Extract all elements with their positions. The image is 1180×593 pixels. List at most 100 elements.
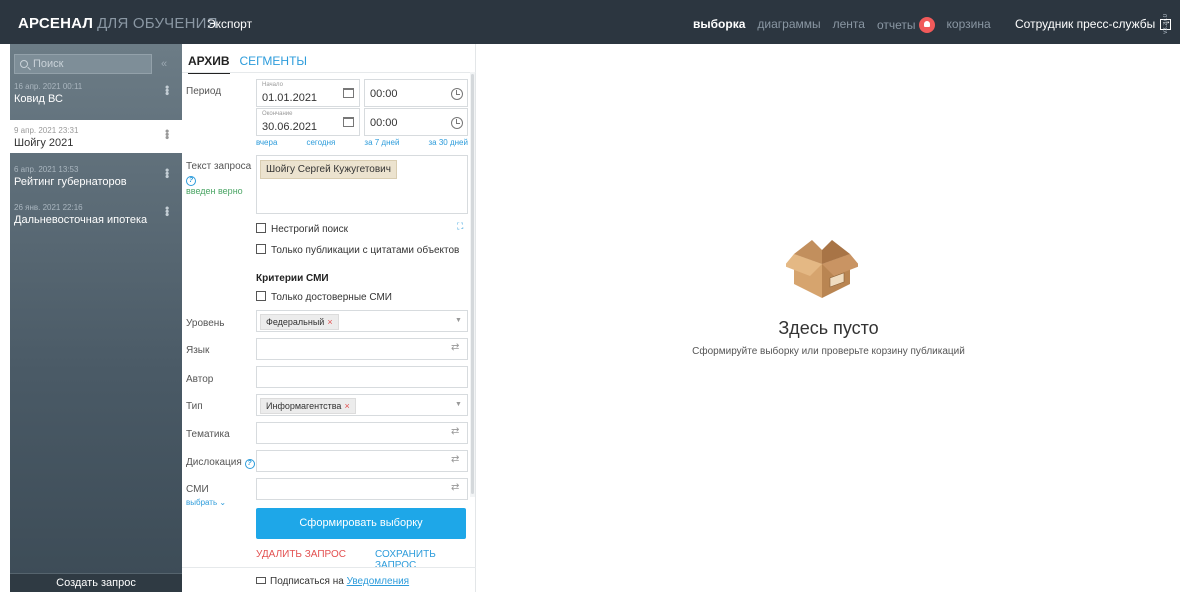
level-tag[interactable]: Федеральный × xyxy=(260,314,339,330)
help-icon[interactable]: ? xyxy=(186,176,196,186)
top-bar: АРСЕНАЛ ДЛЯ ОБУЧЕНИЯ Экспорт выборка диаг… xyxy=(0,0,1180,44)
list-item[interactable]: 26 янв. 2021 22:16 Дальневосточная ипоте… xyxy=(10,197,182,230)
results-area: Здесь пусто Сформируйте выборку или пров… xyxy=(477,44,1180,592)
sidebar: Поиск « 16 апр. 2021 00:11 Ковид ВС ••• … xyxy=(10,44,182,592)
main-nav: выборка диаграммы лента отчеты корзина xyxy=(693,17,991,33)
shortcut-today[interactable]: сегодня xyxy=(306,138,335,147)
notifications-link[interactable]: Уведомления xyxy=(347,576,410,587)
checkbox-box[interactable] xyxy=(256,291,266,301)
shortcut-30-days[interactable]: за 30 дней xyxy=(429,138,468,147)
media-criteria-heading: Критерии СМИ xyxy=(256,273,329,284)
collapse-sidebar-icon[interactable]: « xyxy=(161,58,167,70)
tab-archive[interactable]: АРХИВ xyxy=(188,54,230,74)
start-date-field[interactable]: Начало 01.01.2021 xyxy=(256,79,360,107)
start-time-field[interactable]: 00:00 xyxy=(364,79,468,107)
language-select[interactable]: ⇄ xyxy=(256,338,468,360)
trusted-media-checkbox[interactable]: Только достоверные СМИ xyxy=(256,291,392,303)
media-select[interactable]: ⇄ xyxy=(256,478,468,500)
fuzzy-search-checkbox[interactable]: Нестрогий поиск xyxy=(256,223,348,235)
topic-select[interactable]: ⇄ xyxy=(256,422,468,444)
nav-sample[interactable]: выборка xyxy=(693,17,745,33)
type-tag-label: Информагентства xyxy=(266,401,342,411)
item-date: 16 апр. 2021 00:11 xyxy=(14,82,83,91)
checkbox-box[interactable] xyxy=(256,223,266,233)
filter-icon[interactable]: ⇄ xyxy=(451,482,459,493)
list-item[interactable]: 9 апр. 2021 23:31 Шойгу 2021 ••• xyxy=(10,120,182,153)
end-date-value: 30.06.2021 xyxy=(262,121,318,133)
filter-icon[interactable]: ⇄ xyxy=(451,426,459,437)
level-label: Уровень xyxy=(186,318,225,329)
user-menu[interactable]: Сотрудник пресс-службы xyxy=(1015,16,1172,31)
remove-icon[interactable]: × xyxy=(344,401,349,411)
location-select[interactable]: ⇄ xyxy=(256,450,468,472)
chevron-down-icon: ▼ xyxy=(455,401,462,408)
subscribe-row: Подписаться на Уведомления xyxy=(256,576,409,587)
subscribe-text: Подписаться на xyxy=(270,576,344,587)
end-date-field[interactable]: Окончание 30.06.2021 xyxy=(256,108,360,136)
shortcut-yesterday[interactable]: вчера xyxy=(256,138,277,147)
location-label: Дислокация ? xyxy=(186,457,255,469)
query-tag[interactable]: Шойгу Сергей Кужугетович xyxy=(260,160,397,179)
item-date: 9 апр. 2021 23:31 xyxy=(14,126,79,135)
clock-icon[interactable] xyxy=(451,88,463,100)
search-icon xyxy=(20,60,28,68)
chevron-down-icon: ▼ xyxy=(455,317,462,324)
export-button[interactable]: Экспорт xyxy=(207,17,252,31)
media-choose-label: выбрать xyxy=(186,498,218,507)
query-help[interactable]: ? xyxy=(186,174,196,186)
more-icon[interactable]: ••• xyxy=(160,85,174,95)
language-label: Язык xyxy=(186,345,210,356)
more-icon[interactable]: ••• xyxy=(160,168,174,178)
shortcut-7-days[interactable]: за 7 дней xyxy=(364,138,399,147)
media-choose-link[interactable]: выбрать ⌄ xyxy=(186,498,226,507)
search-input[interactable]: Поиск xyxy=(14,54,152,74)
filter-icon[interactable]: ⇄ xyxy=(451,454,459,465)
expand-icon[interactable]: ⛶ xyxy=(457,221,463,232)
period-shortcuts: вчера сегодня за 7 дней за 30 дней xyxy=(256,138,468,147)
checkbox-box[interactable] xyxy=(256,244,266,254)
author-input[interactable] xyxy=(256,366,468,388)
end-date-caption: Окончание xyxy=(262,111,293,117)
nav-reports-label: отчеты xyxy=(876,18,916,32)
list-item[interactable]: 6 апр. 2021 13:53 Рейтинг губернаторов •… xyxy=(10,159,182,192)
item-date: 6 апр. 2021 13:53 xyxy=(14,165,79,174)
bottom-divider xyxy=(182,567,476,568)
delete-query-button[interactable]: УДАЛИТЬ ЗАПРОС xyxy=(256,549,346,560)
end-time-field[interactable]: 00:00 xyxy=(364,108,468,136)
tab-segments[interactable]: СЕГМЕНТЫ xyxy=(240,54,308,74)
nav-cart[interactable]: корзина xyxy=(947,17,991,33)
item-date: 26 янв. 2021 22:16 xyxy=(14,203,83,212)
scrollbar-thumb[interactable] xyxy=(471,74,474,494)
clock-icon[interactable] xyxy=(451,117,463,129)
type-tag[interactable]: Информагентства × xyxy=(260,398,356,414)
media-label: СМИ xyxy=(186,484,209,495)
nav-charts[interactable]: диаграммы xyxy=(757,17,820,33)
mail-icon xyxy=(256,577,266,584)
query-panel: АРХИВ СЕГМЕНТЫ Период Начало 01.01.2021 … xyxy=(182,44,476,592)
tab-divider xyxy=(182,72,476,73)
list-item[interactable]: 16 апр. 2021 00:11 Ковид ВС ••• xyxy=(10,76,182,109)
version-label: v3.27.0 xyxy=(1163,14,1169,34)
more-icon[interactable]: ••• xyxy=(160,206,174,216)
empty-title: Здесь пусто xyxy=(778,318,879,338)
start-date-caption: Начало xyxy=(262,82,283,88)
calendar-icon[interactable] xyxy=(343,117,354,127)
item-title: Шойгу 2021 xyxy=(14,137,74,149)
filter-icon[interactable]: ⇄ xyxy=(451,342,459,353)
remove-icon[interactable]: × xyxy=(327,317,332,327)
start-time-value: 00:00 xyxy=(370,88,398,100)
author-label: Автор xyxy=(186,374,214,385)
quotes-only-checkbox[interactable]: Только публикации с цитатами объектов xyxy=(256,244,459,256)
submit-button[interactable]: Сформировать выборку xyxy=(256,508,466,539)
brand-logo[interactable]: АРСЕНАЛ ДЛЯ ОБУЧЕНИЯ xyxy=(18,15,218,32)
empty-subtitle: Сформируйте выборку или проверьте корзин… xyxy=(692,346,965,357)
location-label-text: Дислокация xyxy=(186,457,242,468)
chevron-down-icon: ⌄ xyxy=(219,498,227,507)
create-query-button[interactable]: Создать запрос xyxy=(10,573,182,592)
nav-feed[interactable]: лента xyxy=(833,17,865,33)
calendar-icon[interactable] xyxy=(343,88,354,98)
help-icon[interactable]: ? xyxy=(244,459,255,469)
more-icon[interactable]: ••• xyxy=(160,129,174,139)
nav-reports[interactable]: отчеты xyxy=(877,17,935,33)
quotes-only-label: Только публикации с цитатами объектов xyxy=(271,245,460,256)
